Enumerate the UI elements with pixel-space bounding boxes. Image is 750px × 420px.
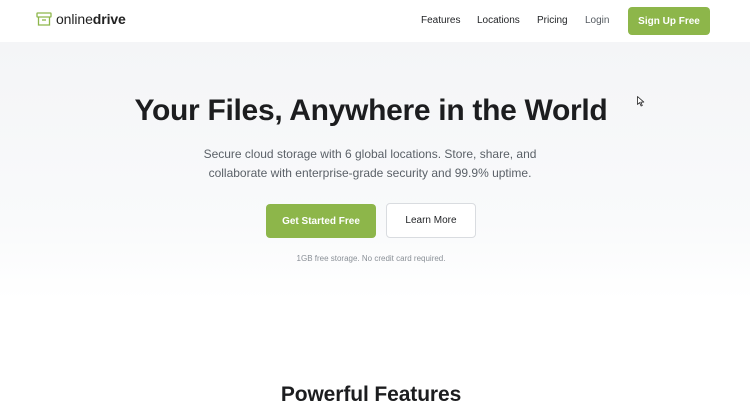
mouse-pointer-icon — [637, 94, 645, 112]
brand-name-bold: drive — [92, 11, 126, 27]
site-header: onlinedrive Features Locations Pricing L… — [0, 0, 750, 42]
nav-link-pricing[interactable]: Pricing — [537, 15, 568, 26]
nav-link-login[interactable]: Login — [585, 15, 609, 26]
free-storage-note: 1GB free storage. No credit card require… — [296, 254, 446, 263]
nav-link-features[interactable]: Features — [421, 15, 460, 26]
learn-more-button[interactable]: Learn More — [386, 203, 476, 238]
landing-page: onlinedrive Features Locations Pricing L… — [0, 0, 750, 420]
brand-name-light: online — [56, 11, 93, 27]
nav-link-locations[interactable]: Locations — [477, 15, 520, 26]
hero-subtitle: Secure cloud storage with 6 global locat… — [203, 147, 537, 180]
features-heading: Powerful Features — [280, 383, 462, 406]
brand-name: onlinedrive — [56, 11, 126, 27]
archive-box-icon — [36, 11, 52, 27]
get-started-button[interactable]: Get Started Free — [266, 204, 376, 238]
hero-title: Your Files, Anywhere in the World — [134, 94, 608, 127]
sign-up-button[interactable]: Sign Up Free — [628, 7, 710, 35]
brand-logo[interactable]: onlinedrive — [36, 11, 126, 27]
